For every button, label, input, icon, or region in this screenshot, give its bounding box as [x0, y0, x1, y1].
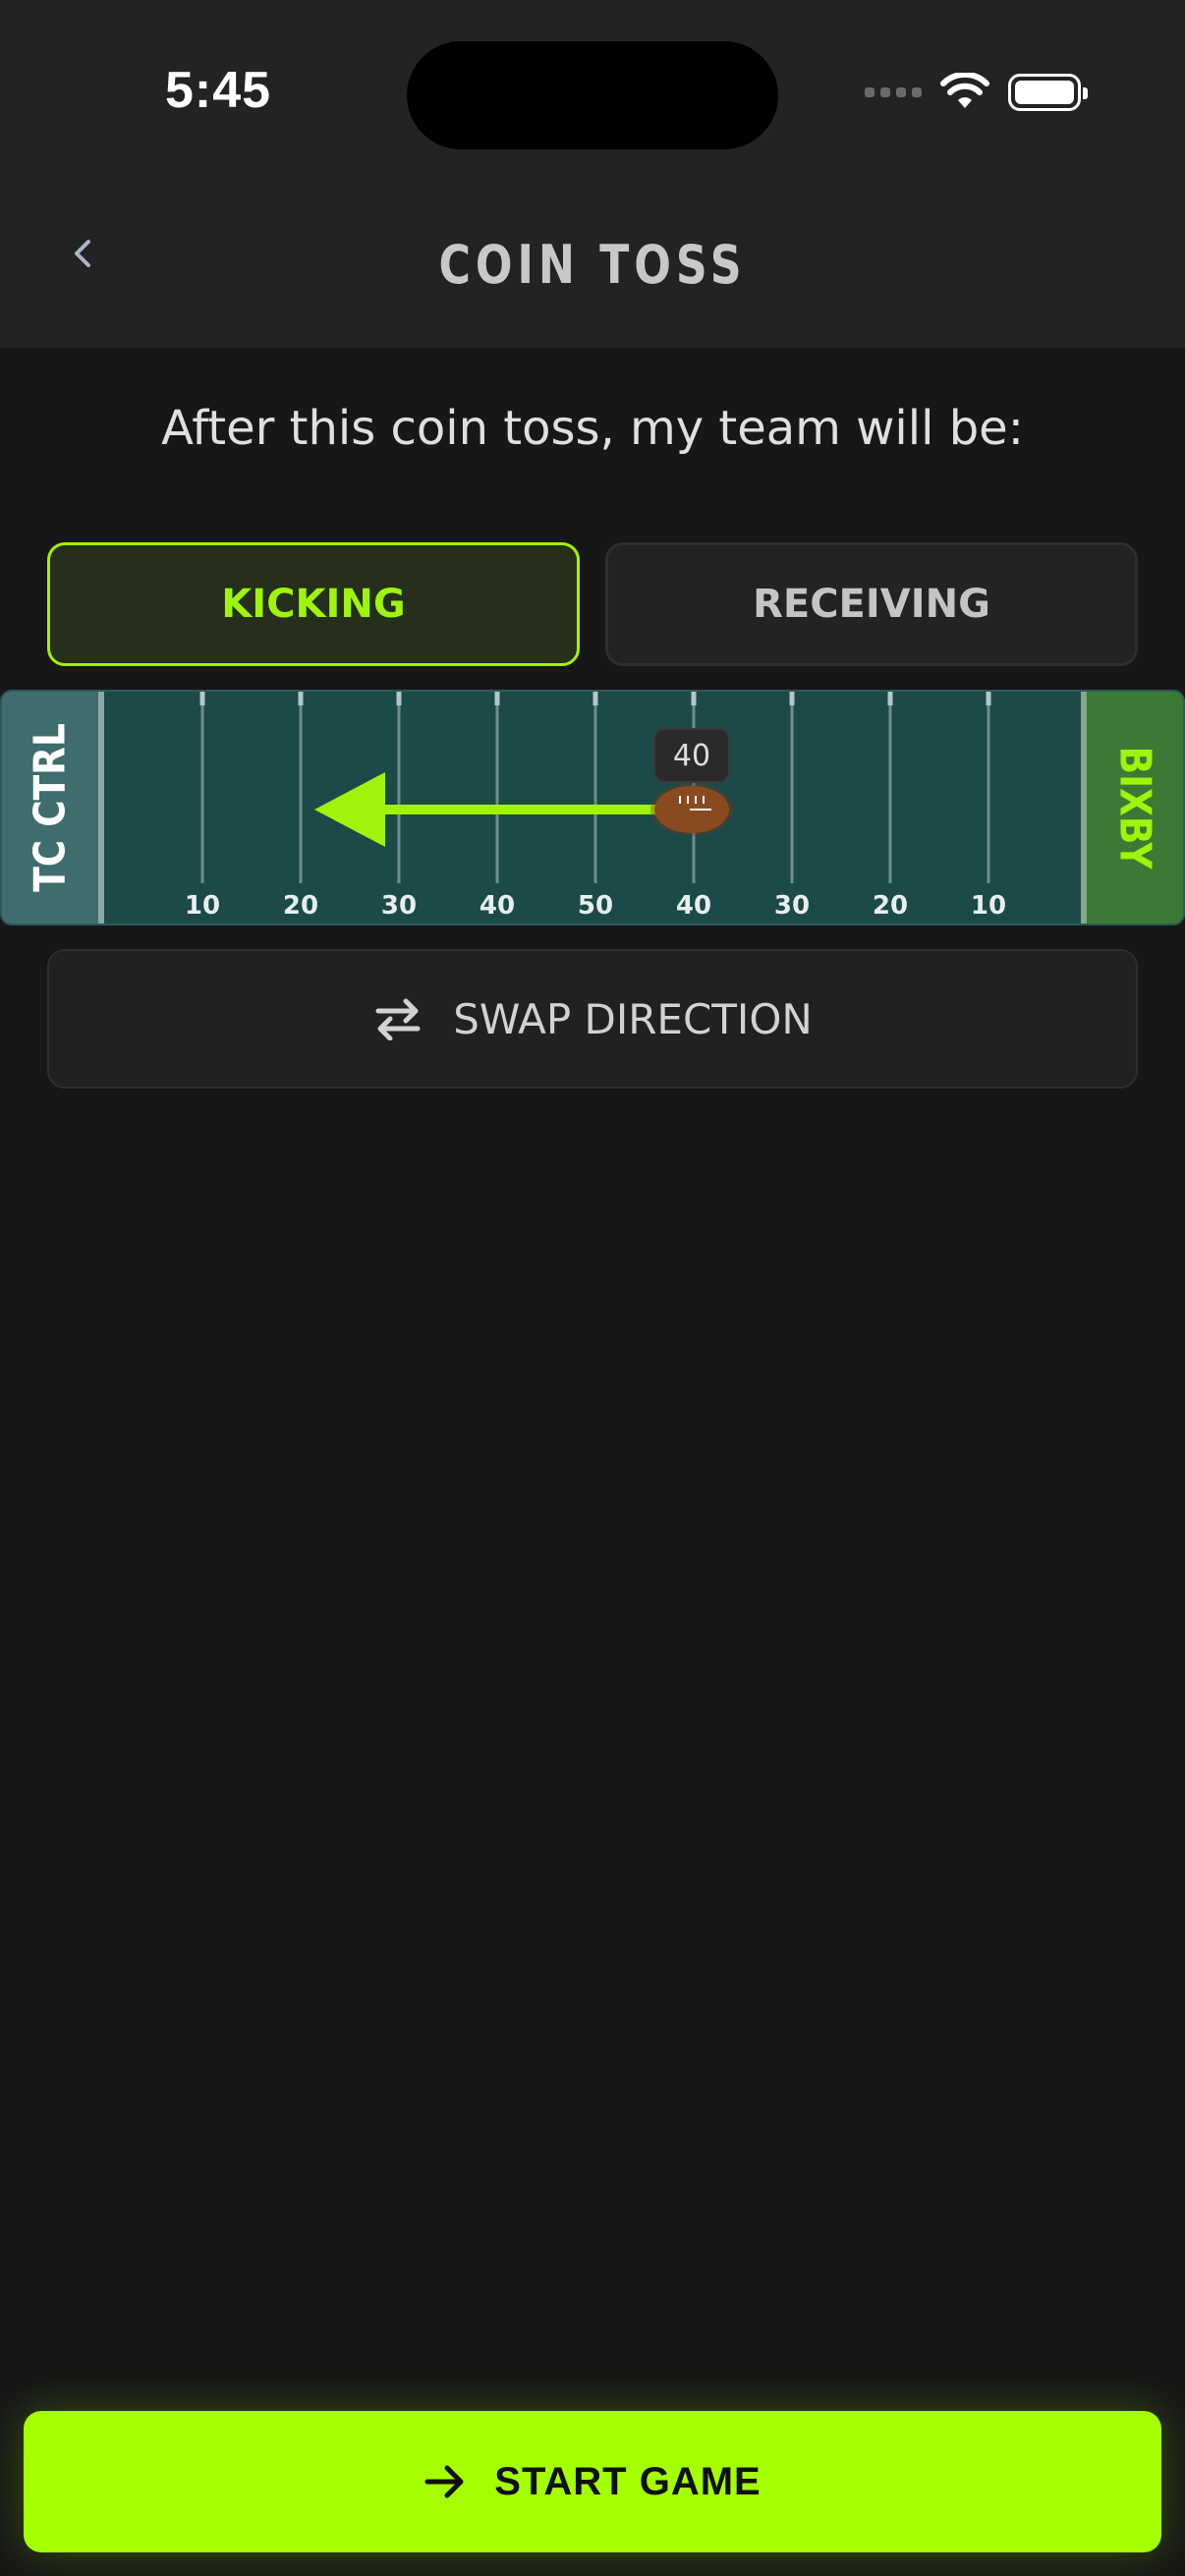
swap-direction-button[interactable]: SWAP DIRECTION — [47, 949, 1138, 1089]
start-game-button[interactable]: START GAME — [24, 2411, 1161, 2552]
football-icon[interactable] — [650, 783, 733, 836]
start-game-label: START GAME — [494, 2459, 762, 2503]
chevron-left-icon — [75, 240, 90, 267]
status-bar: 5:45 — [0, 0, 1185, 187]
yard-label: 40 — [676, 891, 711, 921]
yard-label: 10 — [185, 891, 220, 921]
kick-arrow-head — [314, 772, 385, 847]
status-icons — [865, 73, 1088, 112]
battery-icon — [1008, 74, 1088, 111]
back-button[interactable] — [55, 226, 110, 281]
ball-position-label: 40 — [673, 739, 710, 773]
yard-label: 40 — [480, 891, 515, 921]
header: COIN TOSS — [0, 187, 1185, 348]
yard-label: 30 — [774, 891, 810, 921]
field-lines: 10 20 30 40 50 40 30 20 10 40 — [185, 692, 1006, 921]
yard-label: 20 — [873, 891, 908, 921]
football-field: TC CTRL BIXBY 10 20 30 40 50 40 30 20 10 40 — [0, 690, 1185, 925]
wifi-icon — [940, 73, 989, 108]
yard-label: 50 — [578, 891, 613, 921]
cellular-signal-icon — [865, 87, 922, 97]
dynamic-island — [407, 41, 778, 149]
yard-label: 10 — [971, 891, 1006, 921]
arrow-right-icon — [424, 2465, 464, 2498]
page-title: COIN TOSS — [438, 234, 747, 296]
swap-arrows-icon — [375, 998, 421, 1040]
prompt-text: After this coin toss, my team will be: — [161, 401, 1024, 456]
swap-direction-label: SWAP DIRECTION — [453, 994, 813, 1043]
yard-label: 20 — [283, 891, 318, 921]
status-time: 5:45 — [165, 62, 272, 119]
kicking-button[interactable]: KICKING — [47, 542, 580, 666]
yard-label: 30 — [381, 891, 417, 921]
receiving-button[interactable]: RECEIVING — [605, 542, 1138, 666]
